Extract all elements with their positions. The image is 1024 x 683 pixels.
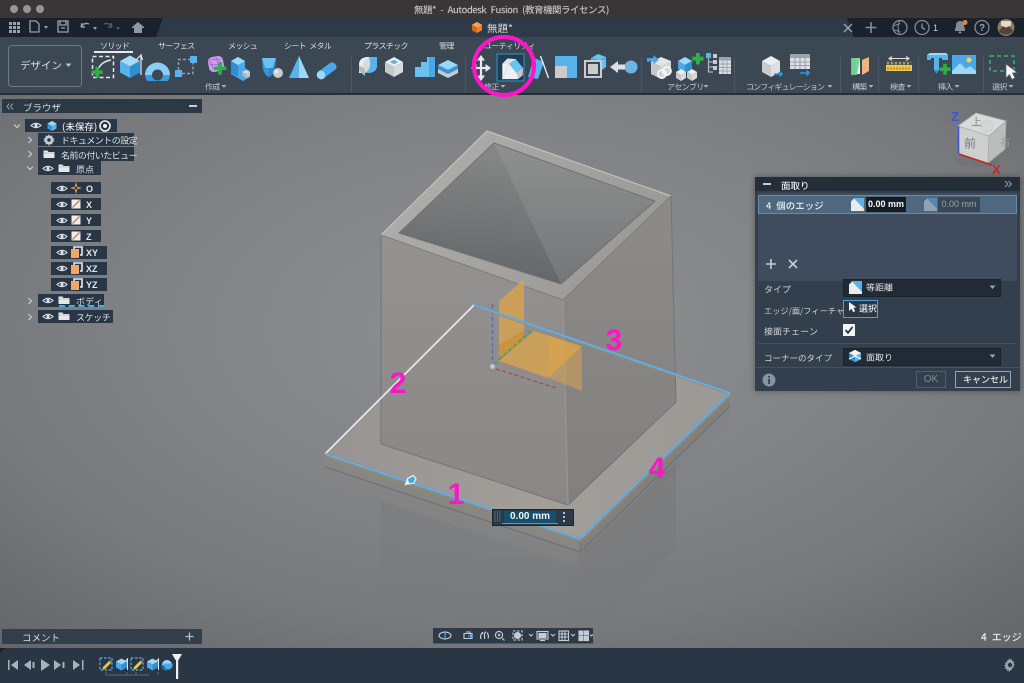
svg-text:1: 1 — [448, 478, 465, 511]
svg-text:4: 4 — [649, 452, 666, 485]
svg-text:3: 3 — [606, 324, 623, 357]
svg-text:2: 2 — [390, 367, 407, 400]
